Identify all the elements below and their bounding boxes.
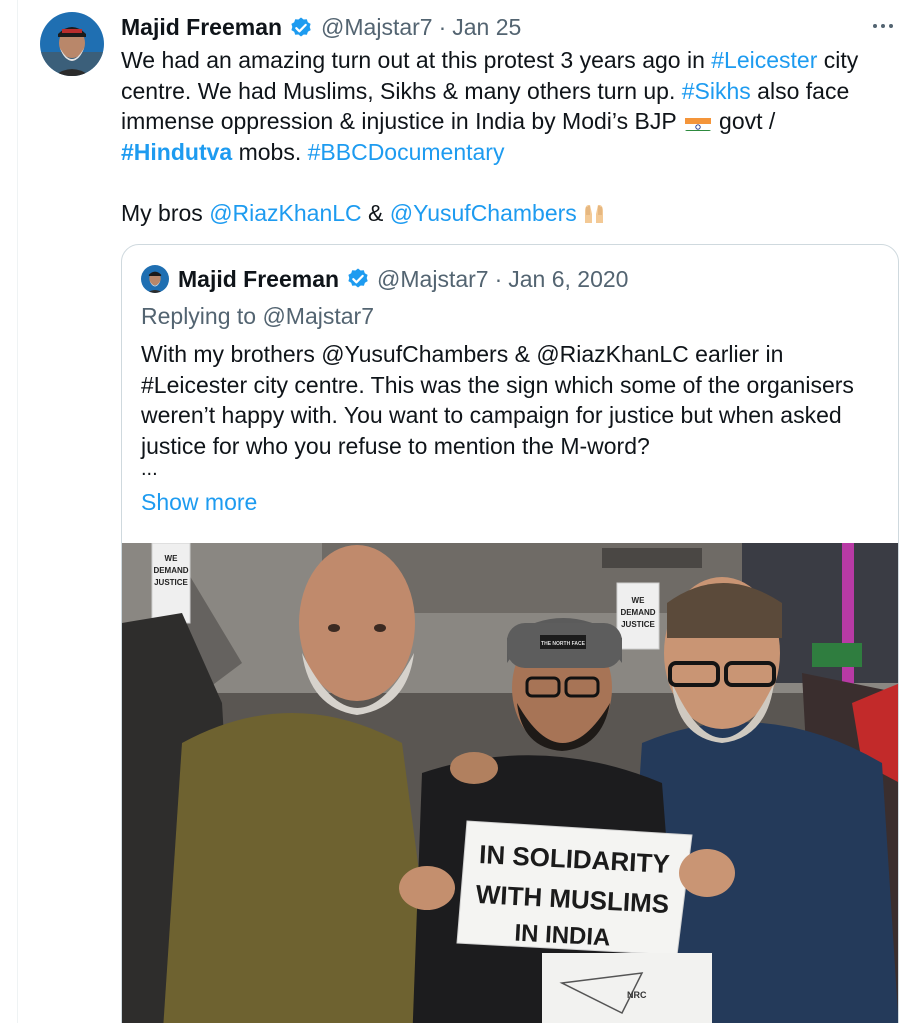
hashtag-sikhs[interactable]: #Sikhs	[682, 78, 751, 104]
tweet-line-2: centre. We had Muslims, Sikhs & many oth…	[121, 76, 901, 107]
quoted-tweet-photo[interactable]: WE DEMAND JUSTICE WE DEMAND JUSTICE THE …	[122, 543, 898, 1023]
tweet-line-4: #Hindutva mobs. #BBCDocumentary	[121, 137, 901, 168]
lower-sign-text: NRC	[627, 990, 647, 1000]
placard-left: WE DEMAND JUSTICE	[151, 543, 191, 624]
timeline-thread-line	[17, 0, 18, 1023]
hashtag-hindutva[interactable]: #Hindutva	[121, 139, 232, 165]
tweet-text: We had an amazing turn out at this prote…	[121, 45, 901, 232]
show-more-link[interactable]: Show more	[141, 489, 257, 516]
quoted-author-name: Majid Freeman	[178, 265, 340, 292]
lower-sign: NRC	[542, 953, 712, 1023]
text-segment: govt /	[712, 108, 776, 134]
mention-riazkhanlc[interactable]: @RiazKhanLC	[209, 200, 361, 226]
placard-left-line: WE	[165, 554, 179, 563]
separator-dot: ·	[494, 265, 503, 292]
replying-to: Replying to @Majstar7	[141, 303, 374, 329]
text-segment: We had an amazing turn out at this prote…	[121, 47, 712, 73]
more-horizontal-icon[interactable]	[873, 24, 893, 28]
tweet-date[interactable]: Jan 25	[452, 14, 521, 41]
hashtag-bbcdocumentary[interactable]: #BBCDocumentary	[308, 139, 505, 165]
mention-yusufchambers[interactable]: @YusufChambers	[390, 200, 577, 226]
quoted-tweet-text: With my brothers @YusufChambers & @RiazK…	[141, 339, 886, 461]
text-segment: &	[361, 199, 390, 226]
author-handle[interactable]: @Majstar7	[321, 14, 433, 41]
tweet-line-1: We had an amazing turn out at this prote…	[121, 45, 901, 76]
placard-right-line: DEMAND	[620, 608, 655, 617]
beanie-logo: THE NORTH FACE	[541, 641, 586, 647]
separator-dot: ·	[438, 14, 447, 40]
quoted-tweet[interactable]: Majid Freeman @Majstar7 · Jan 6, 2020 Re…	[121, 244, 899, 1023]
text-segment: centre. We had Muslims, Sikhs & many oth…	[121, 77, 682, 104]
quoted-line: With my brothers @YusufChambers & @RiazK…	[141, 341, 784, 367]
sign-line-3: IN INDIA	[514, 920, 611, 952]
verified-badge-icon	[289, 16, 313, 40]
india-flag-icon	[684, 113, 711, 131]
placard-right-line: WE	[632, 596, 646, 605]
tweet-header: Majid Freeman @Majstar7 · Jan 25	[121, 14, 521, 41]
hand-left	[399, 866, 455, 910]
quoted-author-handle: @Majstar7	[377, 265, 489, 292]
verified-badge-icon	[346, 267, 370, 291]
hashtag-leicester[interactable]: #Leicester	[711, 47, 817, 73]
solidarity-sign: IN SOLIDARITY WITH MUSLIMS IN INDIA	[456, 820, 693, 956]
placard-right-line: JUSTICE	[621, 620, 655, 629]
text-segment: immense oppression & injustice in India …	[121, 108, 683, 134]
tweet-line-3: immense oppression & injustice in India …	[121, 106, 901, 137]
quoted-line: #Leicester city centre. This was the sig…	[141, 371, 854, 398]
quoted-tweet-header: Majid Freeman @Majstar7 · Jan 6, 2020	[141, 265, 628, 293]
text-segment: city	[817, 47, 859, 73]
text-segment: also face	[750, 77, 850, 104]
quoted-line: weren’t happy with. You want to campaign…	[141, 402, 842, 428]
quoted-author-avatar	[141, 265, 169, 293]
text-segment: mobs.	[232, 138, 308, 165]
placard-right: WE DEMAND JUSTICE	[616, 582, 660, 650]
text-segment: My bros	[121, 199, 210, 226]
arm-middle	[450, 752, 498, 784]
truncation-ellipsis: ...	[141, 458, 158, 480]
tweet-line-5: My bros @RiazKhanLC & @YusufChambers	[121, 198, 901, 233]
author-name[interactable]: Majid Freeman	[121, 14, 282, 41]
hand-right	[679, 849, 735, 897]
author-avatar[interactable]	[40, 12, 104, 76]
quoted-line: justice for who you refuse to mention th…	[141, 432, 650, 459]
placard-left-line: JUSTICE	[154, 578, 188, 587]
quoted-tweet-date: Jan 6, 2020	[508, 265, 629, 292]
hands-emoji-icon	[581, 201, 607, 233]
placard-left-line: DEMAND	[153, 566, 188, 575]
